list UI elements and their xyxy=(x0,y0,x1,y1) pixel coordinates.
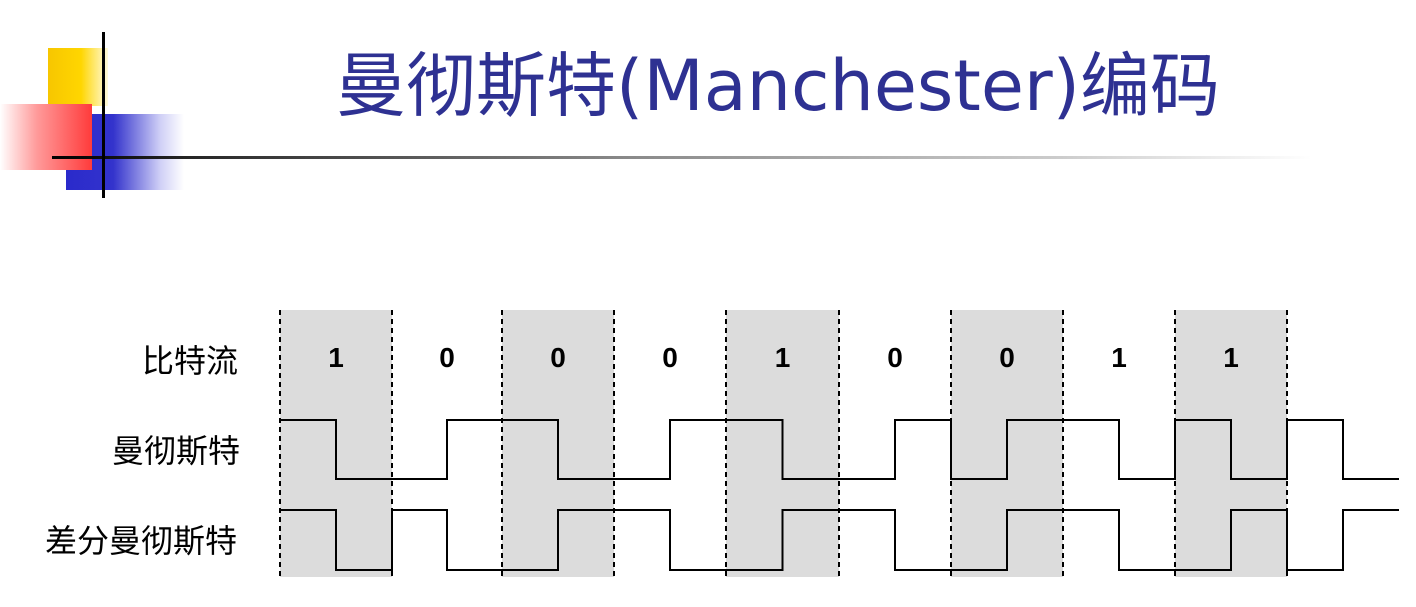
bit-value-2: 0 xyxy=(439,342,455,373)
bit-value-1: 1 xyxy=(328,342,344,373)
bit-values: 1 0 0 0 1 0 0 1 1 xyxy=(328,342,1239,373)
bit-value-4: 0 xyxy=(662,342,678,373)
row-label-manchester: 曼彻斯特 xyxy=(112,432,240,470)
bit-value-5: 1 xyxy=(775,342,791,373)
bit-value-3: 0 xyxy=(550,342,566,373)
encoding-diagram: 比特流 曼彻斯特 差分曼彻斯特 1 0 0 0 1 0 0 1 1 xyxy=(45,310,1399,577)
bit-value-7: 0 xyxy=(999,342,1015,373)
row-label-diff-manchester: 差分曼彻斯特 xyxy=(45,522,237,560)
bit-value-9: 1 xyxy=(1223,342,1239,373)
bit-value-8: 1 xyxy=(1111,342,1127,373)
bit-value-6: 0 xyxy=(887,342,903,373)
row-label-bitstream: 比特流 xyxy=(142,342,238,380)
